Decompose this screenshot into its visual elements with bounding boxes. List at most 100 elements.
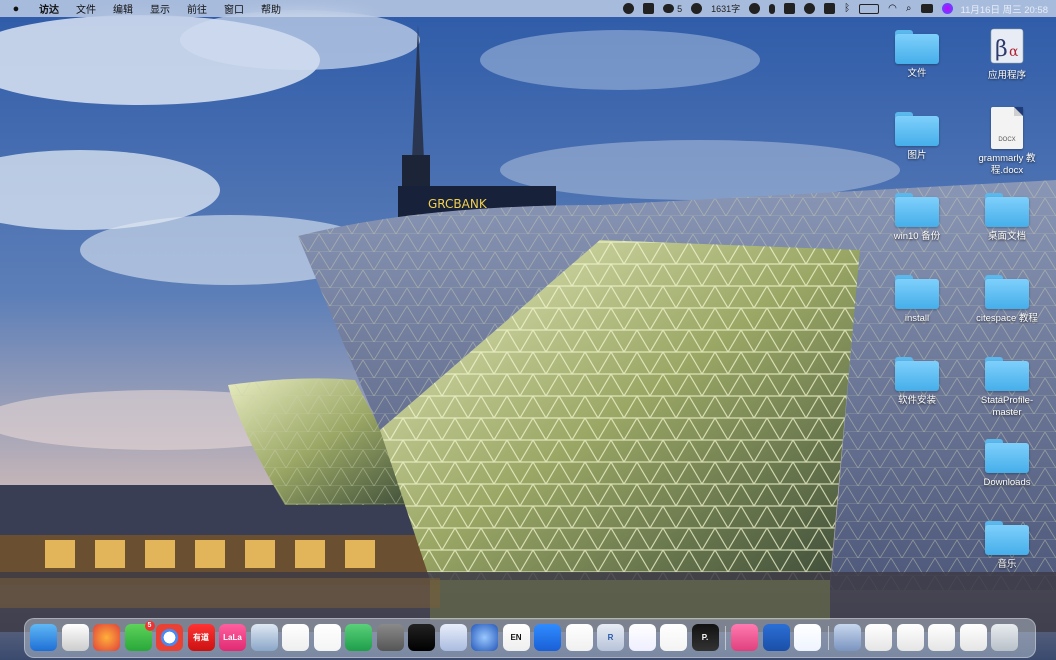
r-language-icon[interactable]: R (597, 624, 624, 651)
desktop-wallpaper: GRCBANK (0, 0, 1056, 660)
microphone-icon[interactable] (769, 3, 776, 14)
grammarly-status-icon[interactable] (804, 3, 816, 14)
folder-icon (985, 275, 1029, 309)
desktop-folder-downloads[interactable]: Downloads (967, 439, 1047, 489)
menu-window[interactable]: 窗口 (224, 1, 244, 16)
calendar-grid-icon[interactable] (439, 624, 467, 651)
desktop-item-label: 软件安装 (897, 395, 936, 406)
desktop-item-label: 应用程序 (987, 70, 1026, 81)
menu-go[interactable]: 前往 (187, 1, 207, 16)
menu-finder[interactable]: 访达 (39, 1, 59, 16)
pages-icon[interactable] (282, 624, 309, 651)
wechat-icon[interactable]: 5 (124, 621, 155, 651)
notification-badge: 5 (144, 621, 155, 631)
desktop-folder-music[interactable]: 音乐 (967, 521, 1047, 571)
folder-icon (895, 30, 939, 64)
desktop-item-label: 文件 (907, 68, 927, 79)
desktop-item-label: 音乐 (997, 559, 1017, 570)
wechat-unread-count: 5 (677, 3, 683, 14)
wechat-status-icon (663, 4, 675, 13)
clipboard-status-icon[interactable] (784, 3, 796, 14)
xmind-icon[interactable] (345, 624, 372, 651)
menu-bar: ● 访达 文件 编辑 显示 前往 窗口 帮助 5 1631字 ᛒ ◠ ⌕ 11月… (0, 0, 1056, 17)
desktop-folder-software-install[interactable]: 软件安装 (877, 357, 957, 407)
folder-icon (985, 357, 1029, 391)
trash-icon[interactable] (991, 624, 1018, 651)
firefox-icon[interactable] (93, 624, 120, 651)
desktop-item-label: install (904, 313, 930, 324)
word-icon[interactable] (762, 624, 790, 651)
word-count-item[interactable]: 1631字 (711, 3, 740, 14)
control-center-icon[interactable] (920, 4, 933, 13)
menu-view[interactable]: 显示 (150, 1, 170, 16)
desktop-item-label: StataProfile-master (980, 395, 1034, 418)
beta-app-icon: β α (987, 26, 1027, 66)
dock-icon-label: R (607, 633, 614, 642)
desktop-item-label: Downloads (983, 477, 1031, 488)
apple-logo-icon[interactable]: ● (10, 3, 22, 15)
rstudio-icon[interactable] (628, 624, 656, 651)
file-1-icon[interactable] (865, 624, 892, 651)
folder-icon (985, 193, 1029, 227)
folder-icon (895, 193, 939, 227)
dock-icon-label: LaLa (223, 633, 242, 642)
document-preview-icon[interactable] (565, 624, 593, 651)
siri-icon[interactable] (941, 3, 953, 14)
lala-icon[interactable]: LaLa (219, 624, 246, 651)
dock-icon-label: EN (510, 633, 522, 642)
wps-icon[interactable] (313, 624, 341, 651)
nodes-icon[interactable] (660, 624, 687, 651)
desktop-folder-install[interactable]: install (877, 275, 957, 325)
menubar-clock[interactable]: 11月16日 周三 20:58 (961, 2, 1048, 16)
preview-icon[interactable] (250, 624, 278, 651)
clipboard-icon[interactable] (833, 624, 861, 651)
menu-help[interactable]: 帮助 (261, 1, 281, 16)
wps-status-icon[interactable] (643, 3, 655, 14)
launchpad-icon[interactable] (61, 624, 89, 651)
finder-icon[interactable] (30, 624, 57, 651)
battery-icon[interactable] (859, 3, 880, 14)
lark-icon[interactable] (534, 624, 561, 651)
voice-memos-icon[interactable] (408, 624, 435, 651)
dock-icon-label: P. (701, 633, 709, 642)
desktop-folder-win10-backup[interactable]: win10 备份 (877, 193, 957, 243)
desktop-folder-files[interactable]: 文件 (877, 30, 957, 80)
desktop-folder-citespace[interactable]: citespace 教程 (967, 275, 1047, 325)
desktop-item-label: 桌面文档 (987, 231, 1026, 242)
dock-icon-label: 有道 (193, 633, 209, 642)
parallels-icon[interactable]: P. (691, 624, 719, 651)
svg-text:β: β (995, 37, 1008, 62)
file-4-icon[interactable] (959, 624, 987, 651)
en-icon[interactable]: EN (502, 624, 530, 651)
menu-edit[interactable]: 编辑 (113, 1, 133, 16)
folder-pink-icon[interactable] (731, 624, 758, 651)
stopwatch-icon[interactable] (749, 3, 761, 14)
desktop-file-grammarly-docx[interactable]: DOCX grammarly 教程.docx (967, 107, 1047, 177)
folder-icon (895, 357, 939, 391)
word-count-text: 1631字 (711, 4, 741, 14)
desktop-folder-stataprofile[interactable]: StataProfile-master (967, 357, 1047, 419)
file-2-icon[interactable] (896, 624, 924, 651)
bluetooth-icon[interactable]: ᛒ (844, 3, 850, 14)
desktop-item-label: win10 备份 (893, 231, 941, 242)
wifi-icon[interactable]: ◠ (888, 3, 897, 14)
menu-file[interactable]: 文件 (76, 1, 96, 16)
dock-separator (827, 626, 829, 650)
desktop-folder-desktop-docs[interactable]: 桌面文档 (967, 193, 1047, 243)
network-icon[interactable] (471, 624, 498, 651)
search-icon[interactable]: ⌕ (906, 3, 912, 14)
folder-icon (895, 275, 939, 309)
baidu-netdisk-icon[interactable] (794, 624, 821, 651)
sogou-status-icon[interactable] (691, 3, 703, 14)
youdao-icon[interactable]: 有道 (187, 624, 215, 651)
folder-icon (985, 521, 1029, 555)
system-preferences-icon[interactable] (376, 624, 404, 651)
record-status-icon[interactable] (623, 3, 635, 14)
desktop-item-applications[interactable]: β α 应用程序 (967, 26, 1047, 82)
file-3-icon[interactable] (928, 624, 955, 651)
dock-separator (725, 626, 726, 650)
chrome-icon[interactable] (156, 624, 183, 651)
desktop-folder-pictures[interactable]: 图片 (877, 112, 957, 162)
screen-capture-icon[interactable] (824, 3, 836, 14)
wechat-status-item[interactable]: 5 (663, 3, 682, 14)
